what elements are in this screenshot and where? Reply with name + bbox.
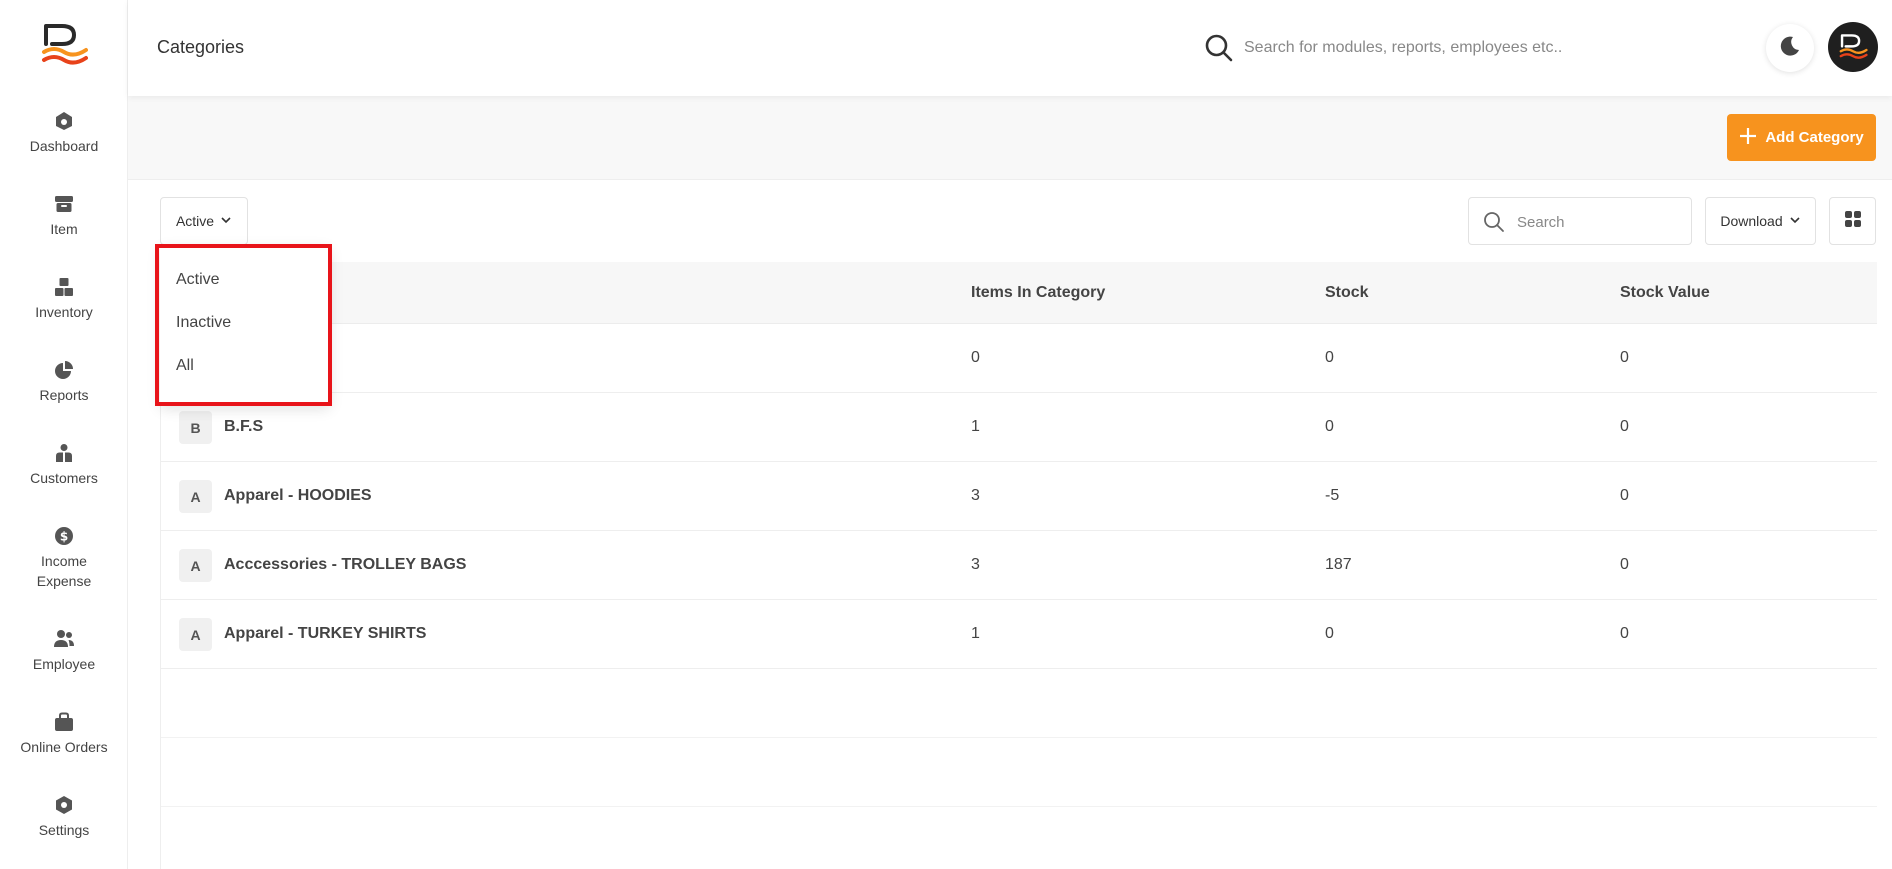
download-label: Download [1720,213,1783,229]
search-icon[interactable] [1204,33,1234,63]
category-initial-badge: A [179,618,212,651]
table-row[interactable]: A Acccessories - TROLLEY BAGS 3 187 0 [161,531,1877,600]
gear-icon [53,794,75,816]
category-initial-badge: A [179,480,212,513]
sidebar-item-customers[interactable]: Customers [0,442,128,512]
table-row[interactable]: A Apparel - HOODIES 3 -5 0 [161,462,1877,531]
boxes-icon [53,276,75,298]
add-category-label: Add Category [1765,129,1864,146]
sidebar: Dashboard Item Inventory Reports Custome… [0,0,128,869]
plus-icon [1739,127,1757,149]
sidebar-item-employee[interactable]: Employee [0,628,128,698]
sidebar-item-income-expense[interactable]: $ Income Expense [0,525,128,615]
sidebar-item-inventory[interactable]: Inventory [0,276,128,346]
status-option-active[interactable]: Active [160,260,330,300]
chevron-down-icon [1789,213,1801,229]
stock-value-cell: 187 [1325,556,1352,573]
table-row[interactable]: 0 0 0 [161,324,1877,393]
sidebar-item-label: Dashboard [29,138,99,154]
category-initial-badge: A [179,549,212,582]
action-bar: Add Category [128,96,1892,180]
search-icon [1483,211,1505,233]
stock-amount-cell: 0 [1620,418,1629,435]
category-name: B.F.S [224,418,264,435]
customers-icon [53,442,75,464]
add-category-button[interactable]: Add Category [1727,114,1876,161]
download-button[interactable]: Download [1705,197,1816,245]
column-header-stock[interactable]: Stock [1325,284,1369,302]
chevron-down-icon [220,213,232,229]
empty-row [161,738,1877,807]
sidebar-item-label: Income Expense [36,553,92,589]
sidebar-item-label: Employee [32,656,96,672]
svg-text:$: $ [60,530,68,544]
items-count: 1 [971,625,980,642]
category-initial-badge: B [179,411,212,444]
sidebar-item-label: Customers [30,470,98,486]
table-row[interactable]: A Apparel - TURKEY SHIRTS 1 0 0 [161,600,1877,669]
stock-value-cell: 0 [1325,349,1334,366]
dashboard-icon [53,110,75,132]
category-name: Acccessories - TROLLEY BAGS [224,556,467,573]
items-count: 0 [971,349,980,366]
table-header: Items In Category Stock Stock Value [161,262,1877,324]
sidebar-item-dashboard[interactable]: Dashboard [0,110,128,180]
sidebar-item-label: Item [50,221,78,237]
stock-amount-cell: 0 [1620,349,1629,366]
moon-icon [1779,35,1801,62]
pie-chart-icon [53,359,75,381]
theme-toggle-button[interactable] [1766,24,1814,72]
status-filter-value: Active [175,213,215,229]
stock-value-cell: 0 [1325,418,1334,435]
table-search-input[interactable] [1517,206,1685,238]
sidebar-item-label: Settings [38,822,90,838]
brand-logo[interactable] [40,22,88,68]
status-option-all[interactable]: All [160,346,330,386]
categories-table: Items In Category Stock Stock Value 0 0 … [160,262,1877,869]
stock-amount-cell: 0 [1620,487,1629,504]
sidebar-item-online-orders[interactable]: Online Orders [0,711,128,781]
sidebar-item-label: Online Orders [20,739,108,755]
category-name: Apparel - TURKEY SHIRTS [224,625,427,642]
stock-value-cell: -5 [1325,487,1340,504]
stock-amount-cell: 0 [1620,556,1629,573]
sidebar-item-label: Reports [39,387,89,403]
dollar-icon: $ [53,525,75,547]
sidebar-item-label: Inventory [35,304,93,320]
sidebar-item-item[interactable]: Item [0,193,128,263]
items-count: 1 [971,418,980,435]
page-title: Categories [157,37,245,57]
status-filter-menu: Active Inactive All [160,245,330,405]
category-name: Apparel - HOODIES [224,487,372,504]
bag-icon [53,711,75,733]
column-header-items[interactable]: Items In Category [971,284,1105,302]
sidebar-item-settings[interactable]: Settings [0,794,128,864]
empty-row [161,807,1877,869]
global-search-input[interactable] [1244,30,1564,66]
status-filter-dropdown[interactable]: Active [160,197,248,245]
column-header-stock-value[interactable]: Stock Value [1620,284,1710,302]
items-count: 3 [971,556,980,573]
stock-value-cell: 0 [1325,625,1334,642]
stock-amount-cell: 0 [1620,625,1629,642]
table-row[interactable]: B B.F.S 1 0 0 [161,393,1877,462]
top-bar: Categories [128,0,1892,96]
grid-view-button[interactable] [1829,197,1876,245]
sidebar-item-reports[interactable]: Reports [0,359,128,429]
status-option-inactive[interactable]: Inactive [160,303,330,343]
items-count: 3 [971,487,980,504]
grid-icon [1844,210,1862,233]
empty-row [161,669,1877,738]
user-avatar[interactable] [1828,22,1878,72]
users-icon [53,628,75,650]
table-search-box[interactable] [1468,197,1692,245]
archive-icon [53,193,75,215]
